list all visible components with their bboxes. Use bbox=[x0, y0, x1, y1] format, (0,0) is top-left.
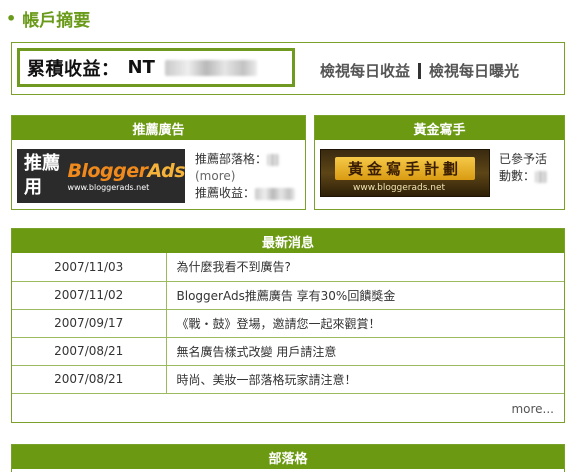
recommend-blog-label: 推薦部落格： bbox=[195, 152, 268, 166]
total-earnings-currency: NT bbox=[127, 57, 155, 78]
news-row: 2007/11/03 為什麼我看不到廣告? bbox=[12, 253, 564, 282]
blog-heading: 部落格 bbox=[12, 445, 564, 469]
total-earnings-box: 累積收益： NT bbox=[17, 48, 295, 87]
news-row: 2007/08/21 無名廣告樣式改變 用戶請注意 bbox=[12, 337, 564, 366]
gold-info-line2: 動數： bbox=[499, 169, 536, 183]
gold-banner-url: www.bloggerads.net bbox=[353, 183, 446, 193]
news-title-link[interactable]: 時尚、美妝一部落格玩家請注意！ bbox=[166, 365, 564, 394]
news-heading: 最新消息 bbox=[12, 229, 564, 253]
news-title-link[interactable]: 無名廣告樣式改變 用戶請注意 bbox=[166, 337, 564, 366]
redacted-value bbox=[267, 153, 280, 166]
news-more-link[interactable]: more... bbox=[511, 402, 554, 416]
gold-writer-banner[interactable]: 黃金寫手計劃 www.bloggerads.net bbox=[320, 149, 490, 197]
view-daily-impressions-link[interactable]: 檢視每日曝光 bbox=[429, 60, 519, 81]
redacted-value bbox=[535, 170, 548, 183]
bloggerads-logo: BloggerAds bbox=[67, 160, 185, 182]
total-earnings-label: 累積收益： bbox=[27, 58, 120, 80]
banner-logo-area: BloggerAds www.bloggerads.net bbox=[61, 149, 185, 203]
bullet-icon: • bbox=[6, 8, 17, 28]
banner-url: www.bloggerads.net bbox=[67, 183, 150, 192]
news-row: 2007/11/02 BloggerAds推薦廣告 享有30%回饋獎金 bbox=[12, 281, 564, 310]
news-title-link[interactable]: 為什麼我看不到廣告? bbox=[166, 253, 564, 282]
summary-links: 檢視每日收益 檢視每日曝光 bbox=[320, 60, 519, 81]
news-date: 2007/09/17 bbox=[12, 309, 167, 338]
page-title-text: 帳戶摘要 bbox=[22, 10, 91, 31]
news-row: 2007/09/17 《戰・鼓》登場，邀請您一起來觀賞！ bbox=[12, 309, 564, 338]
gold-writer-panel: 黃金寫手 黃金寫手計劃 www.bloggerads.net 已參予活 動數： bbox=[314, 115, 565, 210]
news-date: 2007/08/21 bbox=[12, 365, 167, 394]
news-date: 2007/11/03 bbox=[12, 253, 167, 282]
gold-banner-title: 黃金寫手計劃 bbox=[335, 157, 475, 180]
news-date: 2007/08/21 bbox=[12, 337, 167, 366]
blog-panel: 部落格 bbox=[11, 444, 565, 472]
redacted-value bbox=[255, 187, 296, 200]
link-separator bbox=[418, 62, 422, 79]
news-row: 2007/08/21 時尚、美妝一部落格玩家請注意！ bbox=[12, 365, 564, 394]
earnings-summary: 累積收益： NT 檢視每日收益 檢視每日曝光 bbox=[11, 42, 565, 95]
recommend-income-label: 推薦收益： bbox=[195, 186, 256, 200]
page-title: • 帳戶摘要 bbox=[4, 5, 90, 31]
news-title-link[interactable]: 《戰・鼓》登場，邀請您一起來觀賞！ bbox=[166, 309, 564, 338]
gold-writer-heading: 黃金寫手 bbox=[315, 116, 564, 140]
bloggerads-banner[interactable]: 推薦用 BloggerAds www.bloggerads.net bbox=[17, 149, 185, 203]
gold-info-line1: 已參予活 bbox=[499, 152, 548, 166]
news-panel: 最新消息 2007/11/03 為什麼我看不到廣告? 2007/11/02 Bl… bbox=[11, 228, 565, 423]
view-daily-earnings-link[interactable]: 檢視每日收益 bbox=[320, 60, 410, 81]
banner-recommend-text: 推薦用 bbox=[24, 153, 60, 198]
redacted-amount bbox=[164, 59, 257, 76]
news-title-link[interactable]: BloggerAds推薦廣告 享有30%回饋獎金 bbox=[166, 281, 564, 310]
news-date: 2007/11/02 bbox=[12, 281, 167, 310]
gold-writer-info: 已參予活 動數： bbox=[499, 151, 548, 185]
recommend-ads-panel: 推薦廣告 推薦用 BloggerAds www.bloggerads.net 推… bbox=[11, 115, 306, 210]
recommend-info: 推薦部落格： (more) 推薦收益： bbox=[195, 151, 296, 202]
recommend-ads-heading: 推薦廣告 bbox=[12, 116, 305, 140]
news-table: 2007/11/03 為什麼我看不到廣告? 2007/11/02 Blogger… bbox=[12, 253, 564, 394]
more-link[interactable]: (more) bbox=[195, 169, 235, 183]
